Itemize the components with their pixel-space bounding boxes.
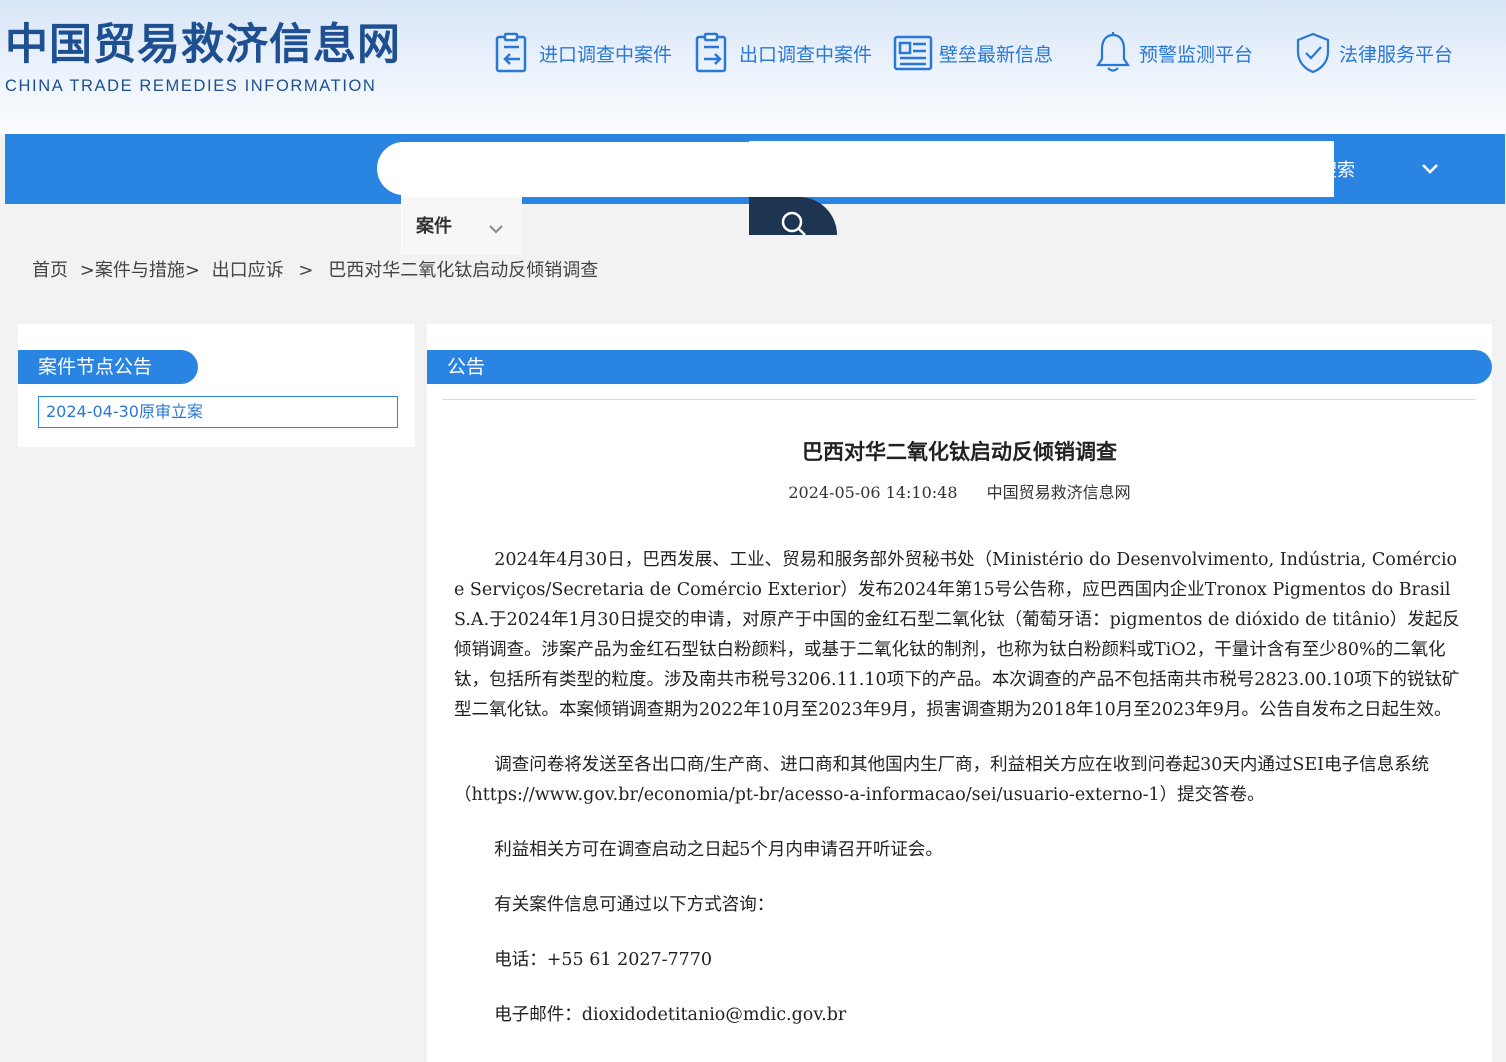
article-contact-email: 电子邮件：dioxidodetitanio@mdic.gov.br [494, 1005, 847, 1025]
case-node-sidebar: 案件节点公告 2024-04-30原审立案 [18, 324, 415, 447]
breadcrumb-cases-measures[interactable]: >案件与措施> [80, 260, 200, 281]
import-document-icon [493, 31, 539, 75]
article-paragraph: 调查问卷将发送至各出口商/生产商、进口商和其他国内生厂商，利益相关方应在收到问卷… [454, 755, 1430, 805]
article-paragraph: 利益相关方可在调查启动之日起5个月内申请召开听证会。 [494, 840, 943, 860]
search-category-select[interactable]: 案件 [402, 197, 522, 253]
breadcrumb-export-response[interactable]: 出口应诉 [212, 260, 284, 281]
article-contact-phone: 电话：+55 61 2027-7770 [494, 950, 713, 970]
topnav-export-cases[interactable]: 出口调查中案件 [693, 30, 872, 76]
announcement-panel: 公告 巴西对华二氧化钛启动反倾销调查 2024-05-06 14:10:48 中… [427, 324, 1492, 1062]
article-source: 中国贸易救济信息网 [986, 483, 1131, 502]
sidebar-title: 案件节点公告 [18, 350, 198, 384]
export-document-icon [693, 31, 739, 75]
topnav-label: 出口调查中案件 [739, 43, 873, 66]
article-paragraph: 有关案件信息可通过以下方式咨询： [494, 895, 775, 915]
breadcrumb-home[interactable]: 首页 [32, 260, 68, 281]
search-input[interactable] [749, 141, 1334, 197]
article-meta: 2024-05-06 14:10:48 中国贸易救济信息网 [427, 479, 1492, 503]
logo-english-text: CHINA TRADE REMEDIES INFORMATION [5, 77, 377, 95]
search-field-spacer [522, 142, 749, 197]
breadcrumb: 首页 >案件与措施> 出口应诉 > 巴西对华二氧化钛启动反倾销调查 [32, 256, 598, 286]
chevron-down-icon [488, 219, 504, 238]
site-logo[interactable]: 中国贸易救济信息网 CHINA TRADE REMEDIES INFORMATI… [5, 20, 405, 96]
divider [442, 399, 1476, 400]
topnav-label: 壁垒最新信息 [939, 43, 1054, 66]
article-title: 巴西对华二氧化钛启动反倾销调查 [802, 439, 1117, 464]
topnav-warning-platform[interactable]: 预警监测平台 [1093, 30, 1253, 76]
section-title: 公告 [427, 350, 1492, 384]
search-label[interactable]: 搜索 [1333, 156, 1355, 182]
article-paragraph: 2024年4月30日，巴西发展、工业、贸易和服务部外贸秘书处（Ministéri… [454, 550, 1460, 720]
navbar-chevron-down-icon[interactable] [1420, 161, 1440, 180]
site-header: 中国贸易救济信息网 CHINA TRADE REMEDIES INFORMATI… [0, 0, 1506, 134]
sidebar-item-original-filing[interactable]: 2024-04-30原审立案 [38, 396, 398, 428]
shield-check-icon [1293, 31, 1339, 75]
topnav-barrier-news[interactable]: 壁垒最新信息 [893, 30, 1053, 76]
breadcrumb-current: 巴西对华二氧化钛启动反倾销调查 [328, 260, 599, 281]
topnav-legal-platform[interactable]: 法律服务平台 [1293, 30, 1453, 76]
article-body: 2024年4月30日，巴西发展、工业、贸易和服务部外贸秘书处（Ministéri… [454, 545, 1466, 1055]
search-category-label: 案件 [416, 216, 452, 237]
news-icon [893, 33, 939, 73]
breadcrumb-separator: > [298, 260, 314, 281]
bell-icon [1093, 31, 1139, 75]
article-date: 2024-05-06 14:10:48 [788, 483, 958, 502]
topnav-import-cases[interactable]: 进口调查中案件 [493, 30, 672, 76]
search-icon [781, 211, 806, 235]
topnav-label: 法律服务平台 [1339, 43, 1454, 66]
topnav-label: 预警监测平台 [1139, 43, 1254, 66]
logo-chinese-text: 中国贸易救济信息网 [5, 20, 401, 70]
topnav-label: 进口调查中案件 [539, 43, 673, 66]
